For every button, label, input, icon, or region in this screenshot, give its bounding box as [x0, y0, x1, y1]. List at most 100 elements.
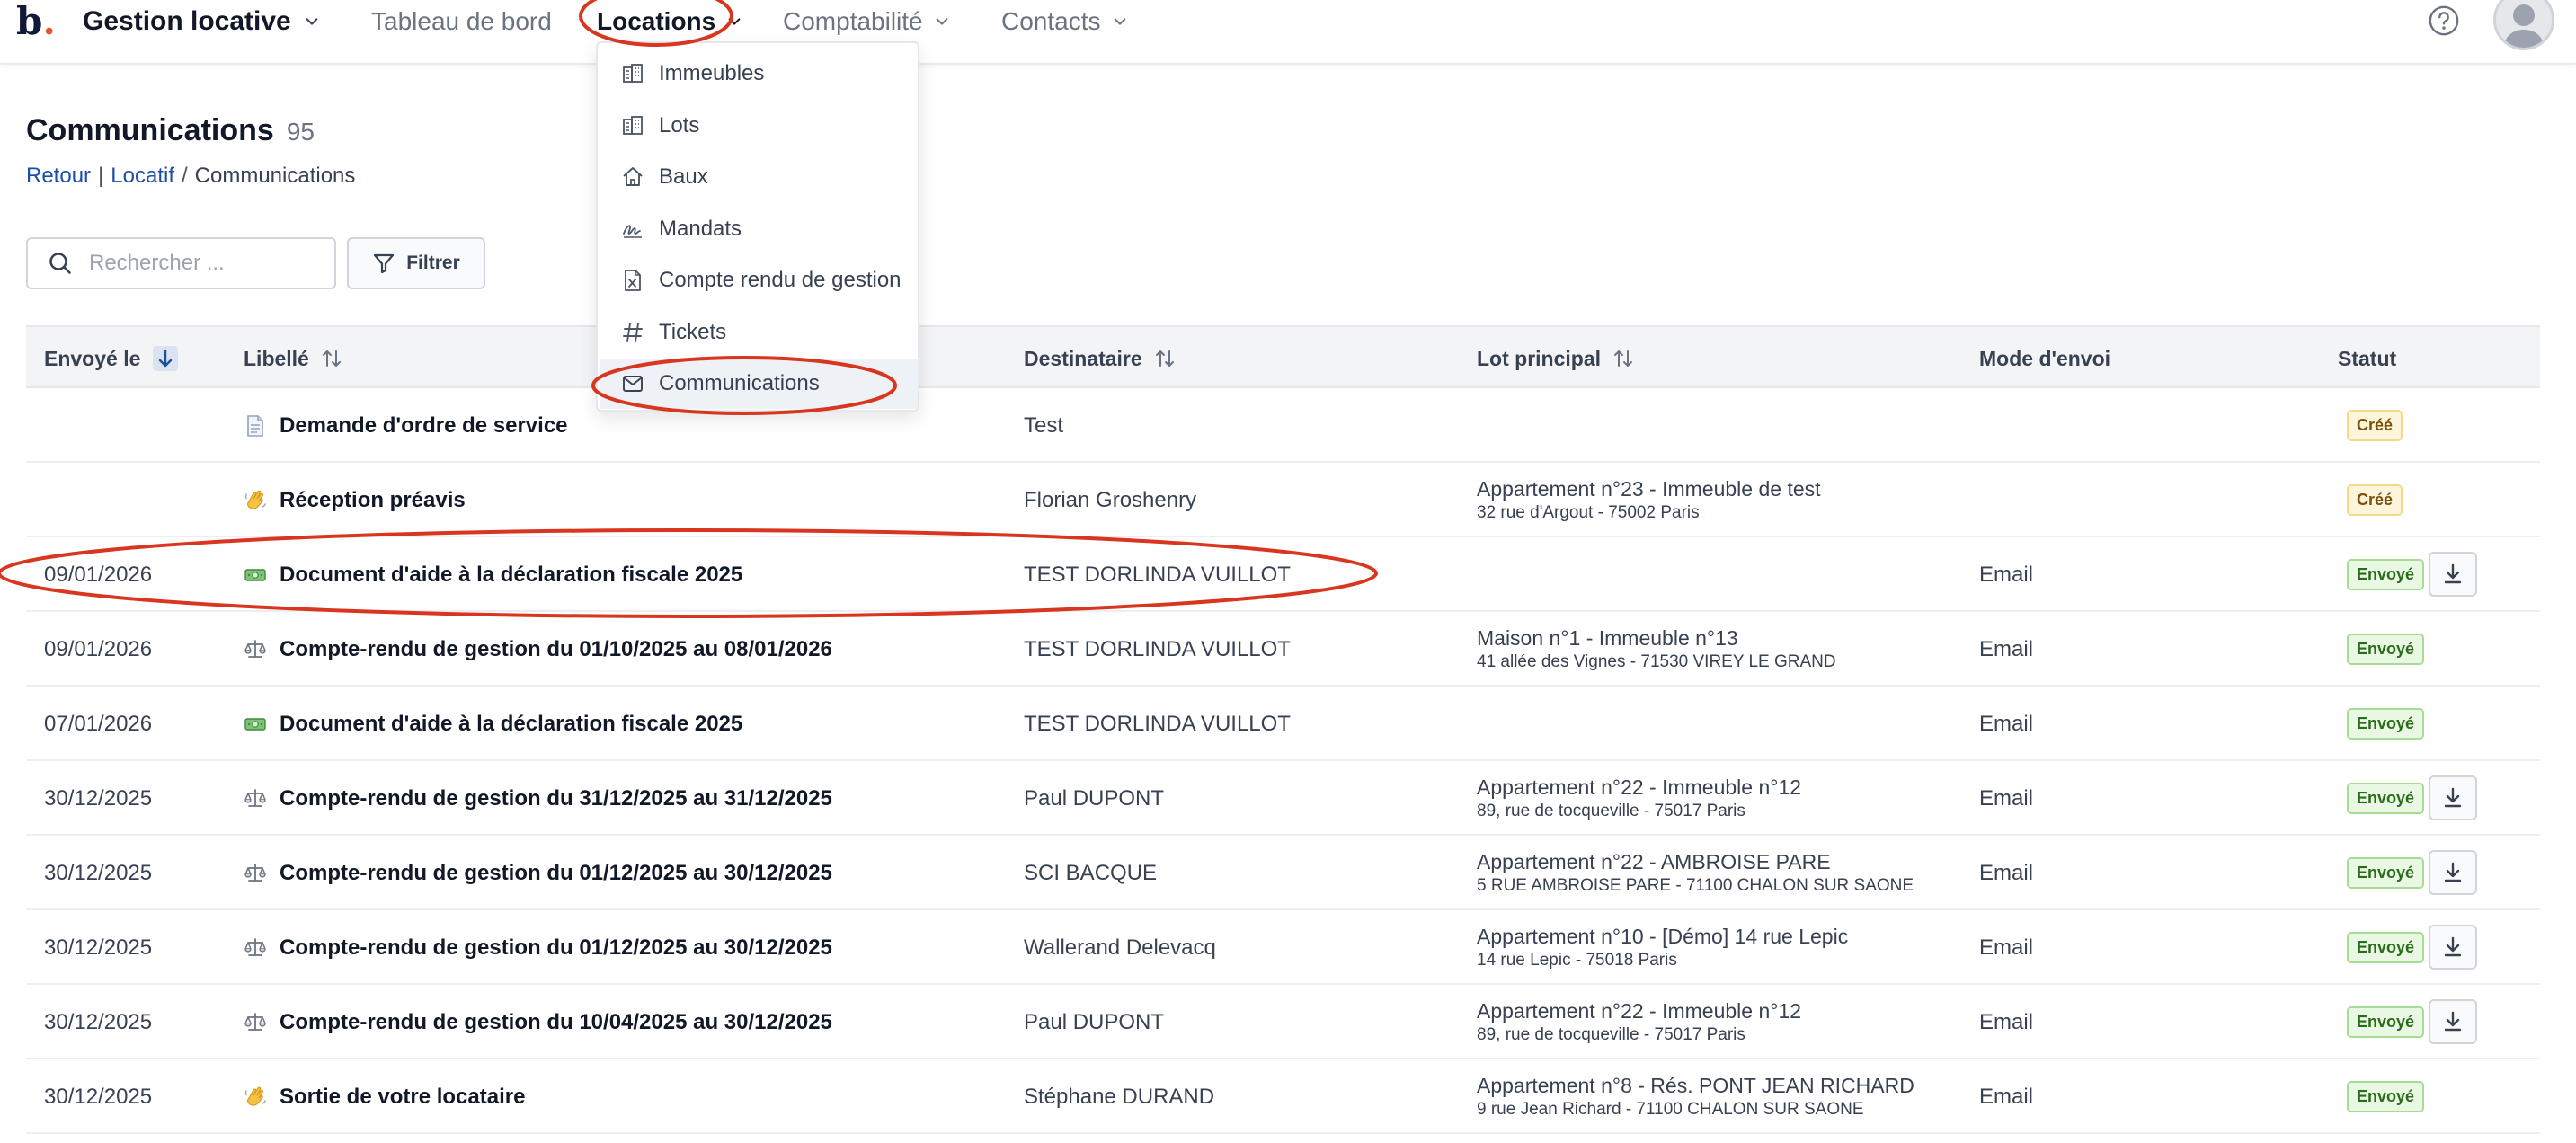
- communication-label: Sortie de votre locataire: [280, 1084, 526, 1109]
- logo-dot: .: [42, 0, 56, 43]
- send-mode: Email: [1979, 785, 2034, 811]
- menu-item-communications[interactable]: Communications: [600, 359, 918, 409]
- download-button[interactable]: [2429, 925, 2477, 970]
- breadcrumb-locatif-link[interactable]: Locatif: [111, 164, 174, 189]
- label-cell[interactable]: Réception préavis: [244, 463, 466, 537]
- sort-icon[interactable]: [1155, 348, 1175, 369]
- label-cell[interactable]: Sortie de votre locataire: [244, 1059, 525, 1134]
- main-lot: Appartement n°8 - Rés. PONT JEAN RICHARD…: [1477, 1059, 1914, 1134]
- status-cell: Créé: [2347, 463, 2403, 537]
- table-row[interactable]: 30/12/2025 Compte-rendu de gestion du 10…: [26, 985, 2540, 1059]
- communication-label: Demande d'ordre de service: [280, 412, 568, 438]
- column-header-sent[interactable]: Envoyé le: [44, 327, 179, 390]
- menu-item-compte-rendu-de-gestion[interactable]: Compte rendu de gestion: [600, 255, 918, 306]
- menu-item-lots[interactable]: Lots: [600, 101, 918, 151]
- communications-table: Envoyé le Libellé Destinataire Lot princ…: [26, 325, 2540, 1134]
- table-row[interactable]: Demande d'ordre de service Test Créé: [26, 388, 2540, 463]
- help-icon[interactable]: [2427, 4, 2461, 38]
- chevron-down-icon: [728, 18, 741, 25]
- table-row[interactable]: 30/12/2025 Compte-rendu de gestion du 01…: [26, 836, 2540, 910]
- nav-tableau-de-bord[interactable]: Tableau de bord: [371, 4, 552, 40]
- breadcrumb: Retour | Locatif / Communications: [26, 164, 355, 189]
- download-button[interactable]: [2429, 775, 2477, 820]
- table-row[interactable]: 30/12/2025 Sortie de votre locataire Sté…: [26, 1059, 2540, 1134]
- sent-date: 30/12/2025: [44, 1084, 153, 1109]
- communication-label: Réception préavis: [280, 487, 466, 512]
- lot-name: Maison n°1 - Immeuble n°13: [1477, 626, 1738, 650]
- sort-desc-icon[interactable]: [153, 346, 179, 371]
- menu-item-label: Baux: [659, 164, 708, 189]
- status-cell: Envoyé: [2347, 761, 2425, 836]
- download-icon: [2444, 862, 2462, 882]
- top-navigation-bar: b. Gestion locative Tableau de bord Loca…: [0, 0, 2576, 65]
- menu-item-mandats[interactable]: Mandats: [600, 204, 918, 254]
- download-button[interactable]: [2429, 999, 2477, 1044]
- status-badge: Envoyé: [2347, 559, 2425, 590]
- send-mode: Email: [1979, 860, 2034, 885]
- download-button[interactable]: [2429, 552, 2477, 597]
- sort-icon[interactable]: [322, 348, 342, 369]
- breadcrumb-back-link[interactable]: Retour: [26, 164, 91, 189]
- lot-name: Appartement n°23 - Immeuble de test: [1477, 477, 1821, 501]
- sort-icon[interactable]: [1613, 348, 1633, 369]
- label-cell[interactable]: Document d'aide à la déclaration fiscale…: [244, 537, 742, 612]
- user-avatar[interactable]: [2493, 0, 2554, 50]
- chevron-down-icon: [936, 18, 948, 25]
- lot-address: 9 rue Jean Richard - 71100 CHALON SUR SA…: [1477, 1100, 1864, 1119]
- column-header-lot[interactable]: Lot principal: [1477, 327, 1633, 390]
- page-title-text: Communications: [26, 113, 274, 147]
- label-cell[interactable]: Demande d'ordre de service: [244, 388, 568, 463]
- recipient: TEST DORLINDA VUILLOT: [1024, 711, 1291, 736]
- breadcrumb-current: Communications: [194, 164, 356, 188]
- lot-address: 32 rue d'Argout - 75002 Paris: [1477, 503, 1700, 522]
- download-icon: [2444, 787, 2462, 808]
- search-input[interactable]: [89, 251, 305, 276]
- download-icon: [2444, 563, 2462, 584]
- nav-locations[interactable]: Locations: [597, 4, 742, 40]
- waving-hand-icon: [244, 489, 267, 512]
- search-icon: [49, 253, 71, 274]
- logo-letter: b: [16, 0, 43, 43]
- menu-item-label: Immeubles: [659, 61, 765, 85]
- status-cell: Créé: [2347, 388, 2403, 463]
- column-header-label[interactable]: Libellé: [244, 327, 342, 390]
- status-cell: Envoyé: [2347, 910, 2425, 985]
- user-icon: [2503, 4, 2545, 48]
- menu-item-baux[interactable]: Baux: [600, 152, 918, 202]
- table-row[interactable]: 30/12/2025 Compte-rendu de gestion du 31…: [26, 761, 2540, 836]
- scales-icon: [244, 1011, 267, 1034]
- nav-contacts[interactable]: Contacts: [1001, 4, 1128, 40]
- search-box[interactable]: [26, 237, 336, 289]
- status-cell: Envoyé: [2347, 836, 2425, 910]
- table-row[interactable]: 09/01/2026 Document d'aide à la déclarat…: [26, 537, 2540, 612]
- table-row[interactable]: Réception préavis Florian Groshenry Appa…: [26, 463, 2540, 537]
- hash-icon: [621, 321, 644, 344]
- label-cell[interactable]: Document d'aide à la déclaration fiscale…: [244, 687, 742, 761]
- label-cell[interactable]: Compte-rendu de gestion du 31/12/2025 au…: [244, 761, 832, 836]
- app-logo[interactable]: b.: [16, 0, 56, 43]
- table-row[interactable]: 07/01/2026 Document d'aide à la déclarat…: [26, 687, 2540, 761]
- recipient: Stéphane DURAND: [1024, 1084, 1215, 1109]
- nav-label: Tableau de bord: [371, 7, 552, 35]
- app-switcher[interactable]: Gestion locative: [83, 4, 320, 40]
- filter-button[interactable]: Filtrer: [347, 237, 485, 289]
- nav-label: Locations: [597, 7, 716, 35]
- document-icon: [244, 414, 267, 438]
- scales-icon: [244, 638, 267, 661]
- label-cell[interactable]: Compte-rendu de gestion du 10/04/2025 au…: [244, 985, 832, 1059]
- table-row[interactable]: 09/01/2026 Compte-rendu de gestion du 01…: [26, 612, 2540, 687]
- column-label: Libellé: [244, 346, 309, 370]
- download-button[interactable]: [2429, 850, 2477, 895]
- column-header-recipient[interactable]: Destinataire: [1024, 327, 1175, 390]
- menu-item-tickets[interactable]: Tickets: [600, 307, 918, 358]
- filter-icon: [374, 253, 395, 274]
- sent-date: 30/12/2025: [44, 935, 153, 960]
- nav-comptabilite[interactable]: Comptabilité: [783, 4, 950, 40]
- menu-item-immeubles[interactable]: Immeubles: [600, 49, 918, 99]
- table-row[interactable]: 30/12/2025 Compte-rendu de gestion du 01…: [26, 910, 2540, 985]
- label-cell[interactable]: Compte-rendu de gestion du 01/12/2025 au…: [244, 910, 832, 985]
- column-label: Mode d'envoi: [1979, 346, 2111, 370]
- label-cell[interactable]: Compte-rendu de gestion du 01/12/2025 au…: [244, 836, 832, 910]
- label-cell[interactable]: Compte-rendu de gestion du 01/10/2025 au…: [244, 612, 832, 687]
- send-mode: Email: [1979, 636, 2034, 661]
